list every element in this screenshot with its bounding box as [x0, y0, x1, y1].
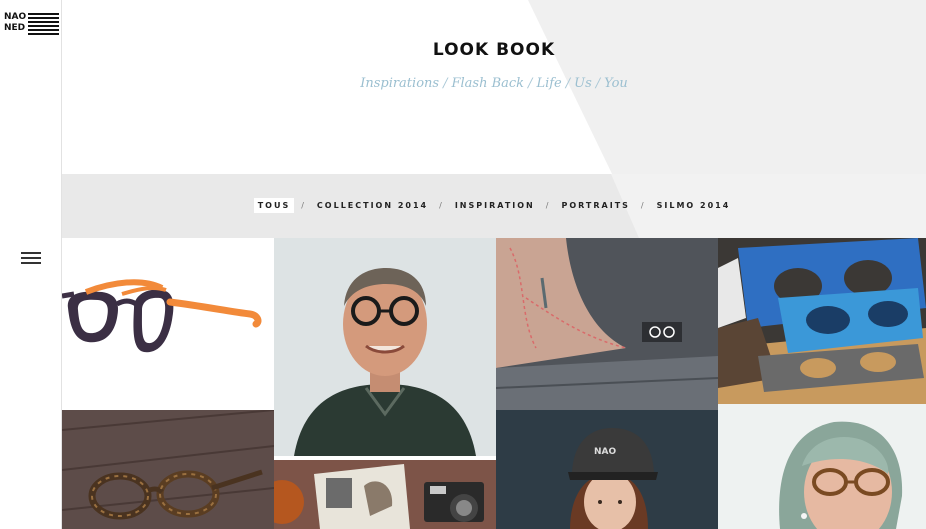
hamburger-menu-icon[interactable] [21, 252, 41, 266]
subnav-link-you[interactable]: You [604, 76, 628, 91]
eyeglasses-icon [62, 410, 274, 529]
photo-man-round-glasses[interactable] [274, 238, 496, 456]
subnav-link-flash-back[interactable]: Flash Back [451, 76, 524, 91]
filter-inspiration[interactable]: INSPIRATION [451, 198, 539, 213]
portrait-icon [718, 404, 926, 529]
svg-text:NAO: NAO [594, 447, 616, 457]
eyeglasses-icon [62, 279, 262, 353]
subnav-link-inspirations[interactable]: Inspirations [360, 76, 439, 91]
frames-icon [718, 238, 926, 404]
photo-magazine-camera[interactable] [274, 456, 496, 529]
photo-colorful-frame-cutouts[interactable] [718, 238, 926, 404]
filter-silmo-2014[interactable]: SILMO 2014 [653, 198, 735, 213]
brand-logo[interactable]: NAO NED [4, 12, 59, 37]
subnav-link-us[interactable]: Us [574, 76, 592, 91]
portrait-icon: NAO [496, 410, 718, 529]
sub-navigation: Inspirations / Flash Back / Life / Us / You [360, 76, 628, 91]
filter-portraits[interactable]: PORTRAITS [557, 198, 633, 213]
photo-woman-grey-hair-glasses[interactable] [718, 404, 926, 529]
lookbook-page: NAO NED LOOK BOOK Inspirations / Flash Bac… [0, 0, 926, 529]
logo-line-2: NED [4, 23, 26, 33]
camera-icon [274, 456, 496, 529]
photo-woman-cap[interactable]: NAO [496, 410, 718, 529]
logo-line-1: NAO [4, 12, 27, 22]
filter-tous[interactable]: TOUS [253, 198, 295, 213]
portrait-icon [274, 238, 496, 456]
subnav-link-life[interactable]: Life [536, 76, 561, 91]
filter-collection-2014[interactable]: COLLECTION 2014 [313, 198, 432, 213]
sidebar: NAO NED [0, 0, 62, 529]
filter-bar: TOUS / COLLECTION 2014/INSPIRATION / PORTRAI… [62, 198, 926, 213]
photo-tortoise-glasses-wood[interactable] [62, 410, 274, 529]
photo-tattooed-arm-tshirt[interactable] [496, 238, 718, 410]
photo-orange-purple-glasses[interactable] [62, 238, 274, 410]
tattoo-icon [496, 238, 718, 410]
page-title: LOOK BOOK [432, 40, 556, 60]
